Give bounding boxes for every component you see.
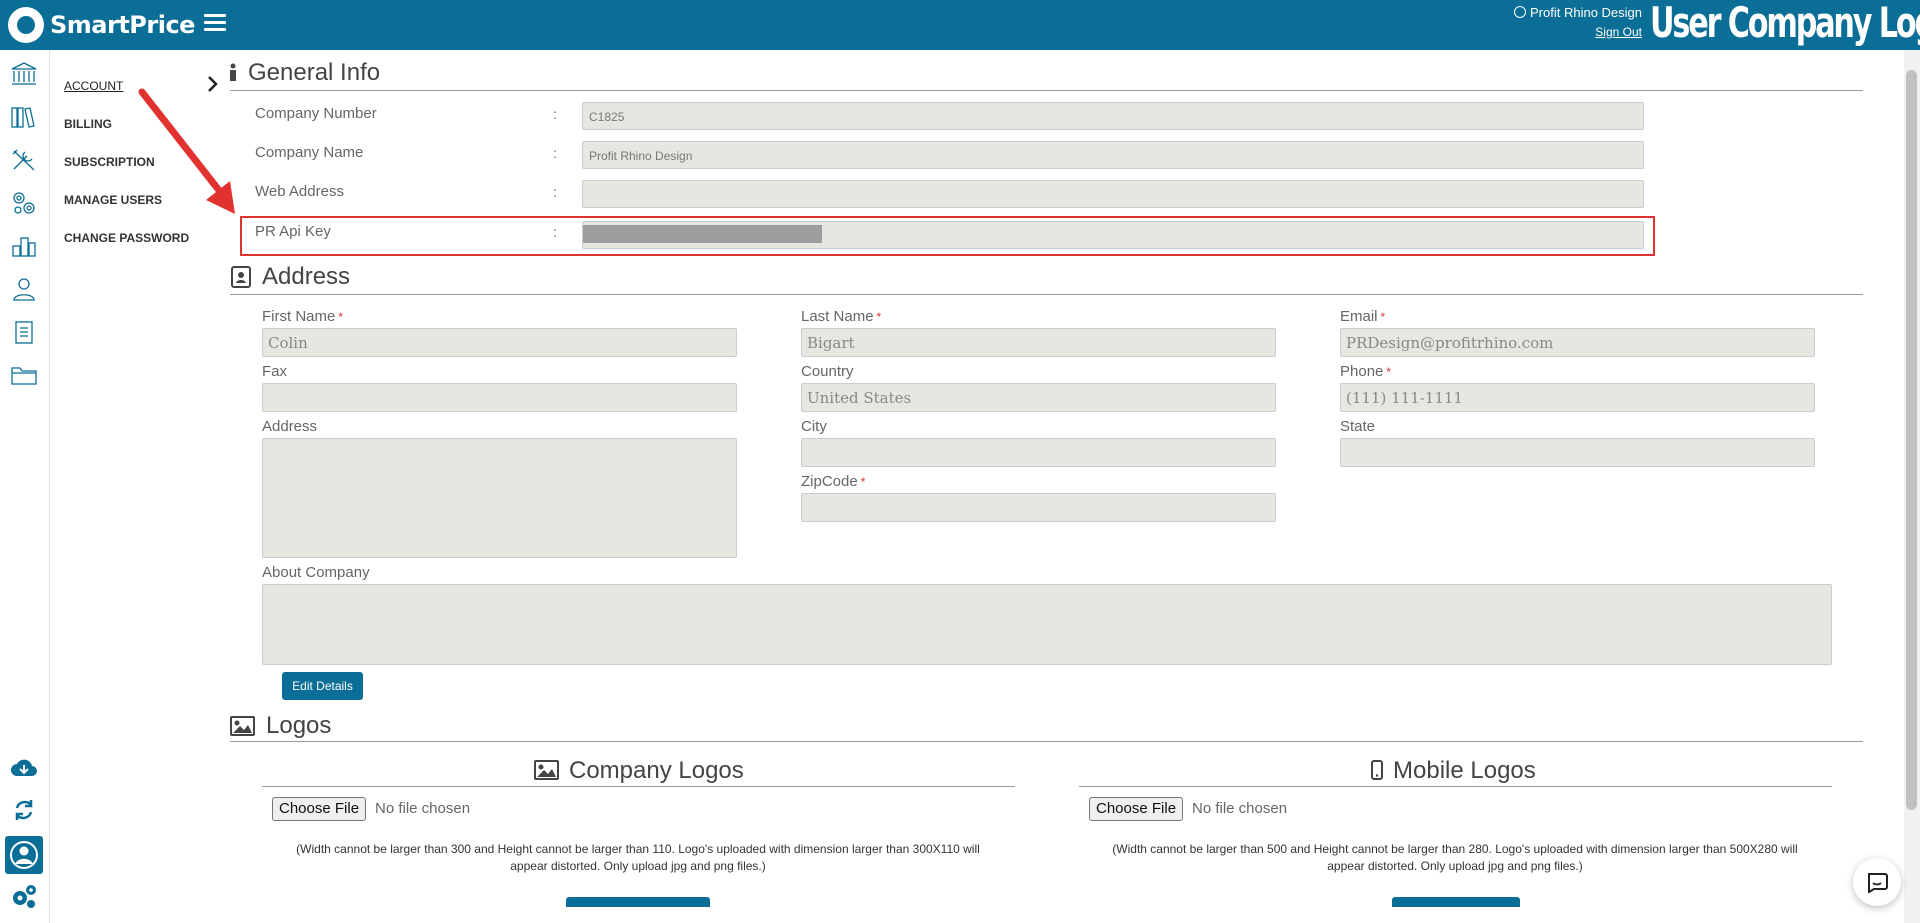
brand-name: SmartPrice	[50, 11, 195, 39]
mobile-logos-divider	[1079, 786, 1832, 787]
city-label: City	[801, 418, 827, 435]
phone-label-text: Phone	[1340, 363, 1384, 380]
email-field[interactable]: PRDesign@profitrhino.com	[1340, 328, 1815, 357]
phone-label: Phone *	[1340, 363, 1391, 380]
chat-launcher[interactable]	[1853, 858, 1901, 906]
general-info-divider	[230, 90, 1863, 91]
bank-icon[interactable]	[9, 60, 39, 88]
company-number-field[interactable]: C1825	[582, 102, 1644, 130]
menu-toggle-icon[interactable]	[204, 14, 226, 34]
company-logo-upload-button[interactable]	[566, 897, 710, 907]
mobile-logo-hint: (Width cannot be larger than 500 and Hei…	[1112, 842, 1798, 873]
company-logo-file-status: No file chosen	[375, 800, 471, 817]
clipboard-icon[interactable]	[9, 318, 39, 346]
buildings-icon[interactable]	[9, 232, 39, 260]
mobile-logo-upload-button[interactable]	[1392, 897, 1520, 907]
country-label: Country	[801, 363, 854, 380]
user-name[interactable]: Profit Rhino Design	[1440, 4, 1642, 22]
address-title: Address	[262, 263, 351, 290]
colon: :	[553, 106, 557, 122]
last-name-label-text: Last Name	[801, 308, 874, 325]
profile-icon[interactable]	[5, 836, 43, 874]
company-logo-choose-file-button[interactable]: Choose File	[272, 797, 367, 821]
address-label: Address	[262, 418, 318, 435]
address-field[interactable]	[262, 438, 737, 558]
image-icon	[534, 760, 559, 780]
zipcode-field[interactable]	[801, 493, 1276, 522]
company-logo: User Company Logo	[1650, 0, 1920, 47]
colon: :	[553, 145, 557, 161]
smartprice-logo[interactable]: SmartPrice	[8, 6, 195, 44]
email-label: Email *	[1340, 308, 1385, 325]
first-name-field[interactable]: Colin	[262, 328, 737, 357]
colon: :	[553, 184, 557, 200]
top-bar: SmartPrice Profit Rhino Design Sign Out …	[0, 0, 1920, 50]
required-mark: *	[860, 475, 866, 489]
address-book-icon	[231, 266, 251, 288]
image-icon	[230, 716, 255, 736]
tools-icon[interactable]	[9, 146, 39, 174]
required-mark: *	[876, 310, 882, 324]
email-label-text: Email	[1340, 308, 1378, 325]
required-mark: *	[1380, 310, 1386, 324]
icon-rail	[0, 50, 50, 923]
first-name-label-text: First Name	[262, 308, 336, 325]
mobile-logos-title: Mobile Logos	[1393, 757, 1536, 784]
required-mark: *	[1386, 365, 1392, 379]
scrollbar-thumb[interactable]	[1906, 70, 1917, 810]
mobile-logo-file-status: No file chosen	[1192, 800, 1288, 817]
phone-field[interactable]: (111) 111-1111	[1340, 383, 1815, 412]
user-circle-icon	[1514, 6, 1526, 18]
about-company-label: About Company	[262, 564, 370, 581]
user-icon[interactable]	[9, 275, 39, 303]
state-label: State	[1340, 418, 1376, 435]
red-arrow-annotation	[138, 88, 235, 214]
sign-out-link[interactable]: Sign Out	[1595, 22, 1642, 42]
mobile-logo-choose-file-button[interactable]: Choose File	[1089, 797, 1184, 821]
user-name-label: Profit Rhino Design	[1530, 5, 1642, 20]
logos-title: Logos	[266, 712, 332, 739]
company-logos-divider	[262, 786, 1015, 787]
company-number-label: Company Number	[255, 105, 377, 122]
web-address-field[interactable]	[582, 180, 1644, 208]
country-field[interactable]: United States	[801, 383, 1276, 412]
city-field[interactable]	[801, 438, 1276, 467]
last-name-field[interactable]: Bigart	[801, 328, 1276, 357]
cloud-download-icon[interactable]	[9, 754, 39, 782]
company-name-field[interactable]: Profit Rhino Design	[582, 141, 1644, 169]
edit-details-button[interactable]: Edit Details	[282, 672, 363, 700]
mobile-icon	[1371, 760, 1383, 780]
user-block: Profit Rhino Design Sign Out	[1440, 4, 1642, 42]
about-company-field[interactable]	[262, 584, 1832, 665]
logo-mark-icon	[8, 7, 44, 43]
zipcode-label: ZipCode *	[801, 473, 865, 490]
zipcode-label-text: ZipCode	[801, 473, 858, 490]
state-field[interactable]	[1340, 438, 1815, 467]
last-name-label: Last Name *	[801, 308, 881, 325]
sync-icon[interactable]	[9, 796, 39, 824]
fax-field[interactable]	[262, 383, 737, 412]
fax-label: Fax	[262, 363, 288, 380]
settings-icon[interactable]	[9, 882, 39, 910]
required-mark: *	[338, 310, 344, 324]
logos-divider	[230, 741, 1863, 742]
company-logo-hint: (Width cannot be larger than 300 and Hei…	[296, 842, 980, 873]
subnav-item-change-password[interactable]: CHANGE PASSWORD	[64, 230, 214, 268]
chat-icon	[1868, 873, 1888, 893]
highlight-box	[240, 216, 1655, 256]
gears-icon[interactable]	[9, 189, 39, 217]
books-icon[interactable]	[9, 103, 39, 131]
address-divider	[230, 294, 1863, 295]
company-name-label: Company Name	[255, 144, 364, 161]
folder-icon[interactable]	[9, 361, 39, 389]
first-name-label: First Name *	[262, 308, 343, 325]
company-logos-title: Company Logos	[569, 757, 744, 784]
